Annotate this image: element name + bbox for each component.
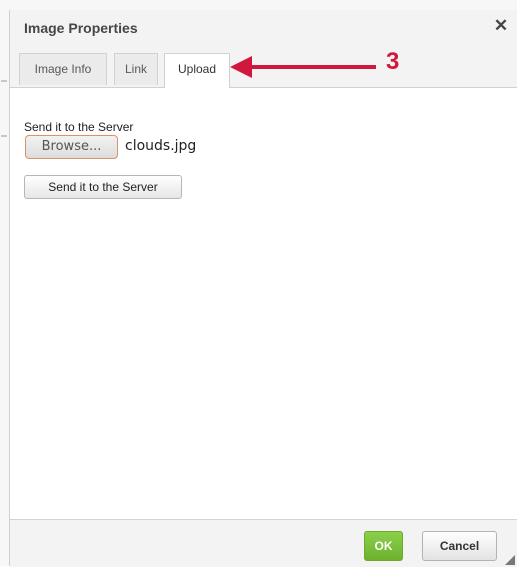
tab-image-info[interactable]: Image Info <box>19 53 107 85</box>
dialog-footer: OK Cancel <box>10 519 517 567</box>
cancel-button[interactable]: Cancel <box>422 531 497 561</box>
background-mark <box>1 135 7 137</box>
resize-grip-icon[interactable] <box>505 555 515 565</box>
tab-link[interactable]: Link <box>114 53 158 85</box>
browse-button[interactable]: Browse... <box>25 135 118 159</box>
tab-bar: Image Info Link Upload <box>10 46 517 88</box>
image-properties-dialog: Image Properties ✕ Image Info Link Uploa… <box>9 10 517 567</box>
dialog-titlebar: Image Properties ✕ <box>10 10 517 47</box>
tab-upload[interactable]: Upload <box>164 53 230 88</box>
send-to-server-button[interactable]: Send it to the Server <box>24 175 182 199</box>
background-mark <box>1 80 7 82</box>
ok-button[interactable]: OK <box>364 531 403 561</box>
annotation-step-number: 3 <box>386 48 400 75</box>
close-icon[interactable]: ✕ <box>491 16 511 36</box>
dialog-title: Image Properties <box>24 20 138 36</box>
send-to-server-label: Send it to the Server <box>24 120 134 134</box>
selected-file-name: clouds.jpg <box>125 138 197 154</box>
